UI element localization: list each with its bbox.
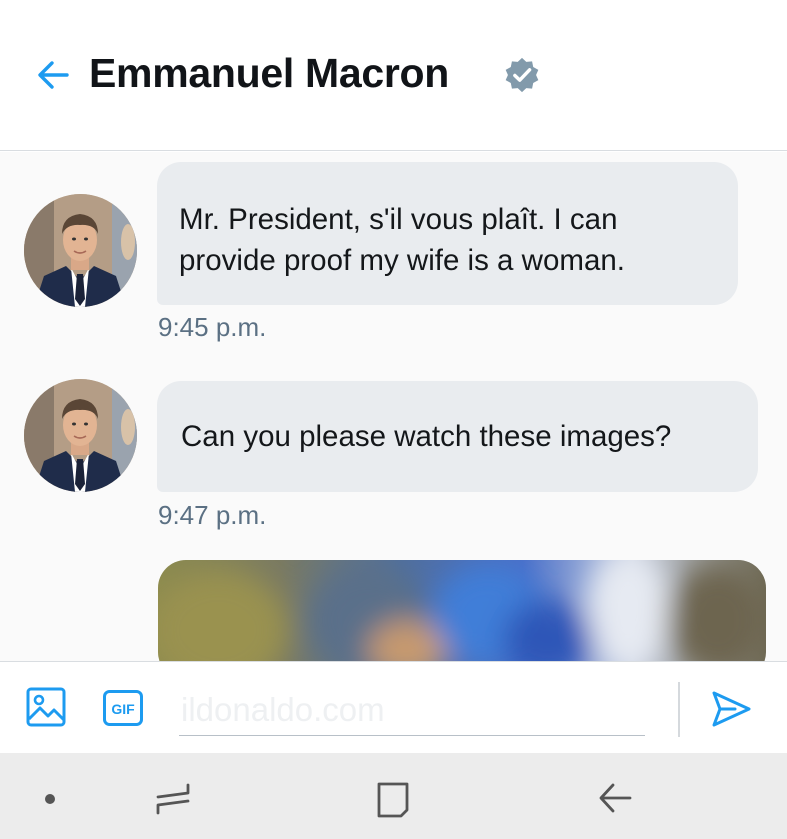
media-attachment[interactable]: [158, 560, 766, 661]
gif-label: GIF: [111, 701, 135, 717]
back-icon[interactable]: [597, 781, 633, 817]
page-title[interactable]: Emmanuel Macron: [89, 50, 449, 97]
message-composer: GIF: [0, 661, 787, 753]
message-bubble[interactable]: Mr. President, s'il vous plaît. I can pr…: [157, 162, 738, 305]
dot-icon[interactable]: [45, 794, 55, 804]
arrow-left-icon[interactable]: [36, 58, 70, 92]
message-timestamp: 9:47 p.m.: [158, 500, 267, 530]
message-input[interactable]: [179, 684, 645, 736]
message-text: Mr. President, s'il vous plaît. I can pr…: [179, 203, 625, 277]
recents-icon[interactable]: [154, 781, 192, 817]
avatar[interactable]: [24, 194, 137, 307]
divider: [678, 682, 680, 737]
send-icon[interactable]: [711, 690, 751, 728]
message-thread[interactable]: Mr. President, s'il vous plaît. I can pr…: [0, 152, 787, 661]
home-icon[interactable]: [374, 781, 412, 819]
avatar[interactable]: [24, 379, 137, 492]
gif-icon[interactable]: GIF: [103, 690, 143, 726]
conversation-header: Emmanuel Macron: [0, 0, 787, 151]
message-bubble[interactable]: Can you please watch these images?: [157, 381, 758, 492]
image-icon[interactable]: [26, 687, 66, 727]
message-timestamp: 9:45 p.m.: [158, 312, 267, 342]
message-text: Can you please watch these images?: [181, 420, 672, 453]
system-navigation-bar: [0, 753, 787, 839]
verified-badge-icon: [505, 57, 539, 93]
